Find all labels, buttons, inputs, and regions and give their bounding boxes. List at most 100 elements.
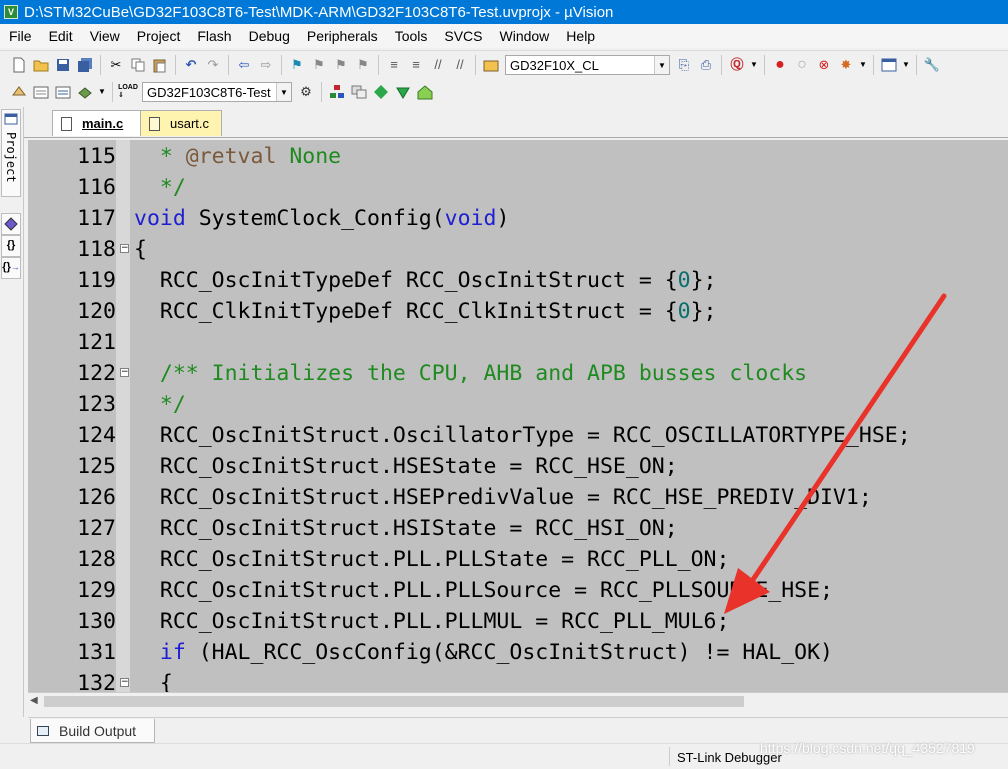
code-line[interactable]: 124 RCC_OscInitStruct.OscillatorType = R…	[28, 420, 1008, 451]
comment-selection-icon[interactable]: //	[429, 56, 447, 74]
navigate-forward-icon[interactable]: ⇨	[257, 56, 275, 74]
chevron-down-icon[interactable]: ▼	[276, 83, 291, 101]
manage-run-time-env-icon[interactable]	[394, 83, 412, 101]
chevron-down-icon[interactable]: ▼	[654, 56, 669, 74]
menu-help[interactable]: Help	[557, 28, 603, 44]
indent-icon[interactable]: ≡	[385, 56, 403, 74]
manage-project-items-icon[interactable]	[328, 83, 346, 101]
target-options-icon[interactable]: ⚙	[297, 83, 315, 101]
code-line[interactable]: 121	[28, 327, 1008, 358]
paste-icon[interactable]	[151, 56, 169, 74]
build-icon[interactable]	[32, 83, 50, 101]
code-line[interactable]: 122− /** Initializes the CPU, AHB and AP…	[28, 358, 1008, 389]
menu-file[interactable]: File	[0, 28, 40, 44]
code-line[interactable]: 117 void SystemClock_Config(void)	[28, 203, 1008, 234]
breakpoint-insert-icon[interactable]: ●	[771, 56, 789, 74]
select-packs-icon[interactable]	[372, 83, 390, 101]
menu-svcs[interactable]: SVCS	[435, 28, 490, 44]
fold-collapse-icon[interactable]: −	[120, 678, 129, 687]
find-combo[interactable]: GD32F10X_CL ▼	[505, 55, 670, 75]
scrollbar-thumb[interactable]	[44, 696, 744, 707]
window-title: D:\STM32CuBe\GD32F103C8T6-Test\MDK-ARM\G…	[24, 3, 614, 21]
window-layout-icon[interactable]	[880, 56, 898, 74]
code-token: RCC_OscInitStruct.PLL.PLLMUL = RCC_PLL_M…	[134, 609, 730, 634]
code-token: 0	[677, 299, 691, 324]
chevron-down-icon[interactable]: ▼	[902, 56, 910, 74]
menu-flash[interactable]: Flash	[188, 28, 239, 44]
code-line[interactable]: 115 * @retval None	[28, 141, 1008, 172]
chevron-down-icon[interactable]: ▼	[98, 83, 106, 101]
code-editor[interactable]: 115 * @retval None 116 */117 void SystemCl…	[28, 140, 1008, 692]
chevron-down-icon[interactable]: ▼	[750, 56, 758, 74]
copy-icon[interactable]	[129, 56, 147, 74]
code-line[interactable]: 129 RCC_OscInitStruct.PLL.PLLSource = RC…	[28, 575, 1008, 606]
unindent-icon[interactable]: ≡	[407, 56, 425, 74]
code-text: {	[134, 668, 173, 692]
code-line[interactable]: 132− {	[28, 668, 1008, 692]
code-line[interactable]: 119 RCC_OscInitTypeDef RCC_OscInitStruct…	[28, 265, 1008, 296]
tab-label: main.c	[82, 116, 124, 131]
toolbar-separator	[321, 82, 322, 102]
code-line[interactable]: 131 if (HAL_RCC_OscConfig(&RCC_OscInitSt…	[28, 637, 1008, 668]
bookmark-toggle-icon[interactable]: ⚑	[288, 56, 306, 74]
redo-icon[interactable]: ↷	[204, 56, 222, 74]
bookmark-previous-icon[interactable]: ⚑	[310, 56, 328, 74]
chevron-down-icon[interactable]: ▼	[859, 56, 867, 74]
bookmark-next-icon[interactable]: ⚑	[332, 56, 350, 74]
code-line[interactable]: 127 RCC_OscInitStruct.HSIState = RCC_HSI…	[28, 513, 1008, 544]
save-all-icon[interactable]	[76, 56, 94, 74]
configure-wrench-icon[interactable]: 🔧	[923, 56, 941, 74]
undo-icon[interactable]: ↶	[182, 56, 200, 74]
code-line[interactable]: 126 RCC_OscInitStruct.HSEPredivValue = R…	[28, 482, 1008, 513]
new-file-icon[interactable]	[10, 56, 28, 74]
menu-window[interactable]: Window	[491, 28, 558, 44]
books-panel-tab[interactable]	[1, 213, 21, 235]
code-line[interactable]: 130 RCC_OscInitStruct.PLL.PLLMUL = RCC_P…	[28, 606, 1008, 637]
code-line[interactable]: 118−{	[28, 234, 1008, 265]
bookmark-clear-icon[interactable]: ⚑	[354, 56, 372, 74]
menu-edit[interactable]: Edit	[40, 28, 81, 44]
code-line[interactable]: 125 RCC_OscInitStruct.HSEState = RCC_HSE…	[28, 451, 1008, 482]
debug-session-icon[interactable]: Ⓠ	[728, 56, 746, 74]
breakpoint-disable-icon[interactable]: ○	[793, 56, 811, 74]
tab-usart-c[interactable]: usart.c	[140, 110, 222, 136]
device-select-icon[interactable]	[482, 56, 500, 74]
fold-collapse-icon[interactable]: −	[120, 368, 129, 377]
tab-label: usart.c	[170, 116, 210, 131]
templates-panel-tab[interactable]: {}→	[1, 257, 21, 279]
code-line[interactable]: 128 RCC_OscInitStruct.PLL.PLLState = RCC…	[28, 544, 1008, 575]
download-load-icon[interactable]: LOAD ⇓	[118, 83, 138, 101]
target-select[interactable]: GD32F103C8T6-Test ▼	[142, 82, 292, 102]
cut-icon[interactable]: ✂	[107, 56, 125, 74]
project-panel-tab[interactable]: Project	[1, 109, 21, 197]
uvision-app-icon: V	[4, 5, 18, 19]
code-line[interactable]: 120 RCC_ClkInitTypeDef RCC_ClkInitStruct…	[28, 296, 1008, 327]
navigate-back-icon[interactable]: ⇦	[235, 56, 253, 74]
open-folder-icon[interactable]	[32, 56, 50, 74]
pack-installer-icon[interactable]	[416, 83, 434, 101]
breakpoint-kill-icon[interactable]: ✸	[837, 56, 855, 74]
tab-build-output[interactable]: Build Output	[30, 719, 155, 743]
horizontal-scrollbar[interactable]: ◀	[28, 692, 1008, 710]
find-in-files-icon[interactable]: ⎘	[675, 56, 693, 74]
incremental-find-icon[interactable]: ⎙	[697, 56, 715, 74]
file-extensions-icon[interactable]	[350, 83, 368, 101]
translate-file-icon[interactable]	[10, 83, 28, 101]
menu-view[interactable]: View	[81, 28, 128, 44]
menu-tools[interactable]: Tools	[386, 28, 436, 44]
toolbar-separator	[873, 55, 874, 75]
uncomment-selection-icon[interactable]: //	[451, 56, 469, 74]
fold-collapse-icon[interactable]: −	[120, 244, 129, 253]
menu-project[interactable]: Project	[128, 28, 189, 44]
code-line[interactable]: 116 */	[28, 172, 1008, 203]
code-line[interactable]: 123 */	[28, 389, 1008, 420]
menu-debug[interactable]: Debug	[240, 28, 298, 44]
batch-build-icon[interactable]	[76, 83, 94, 101]
menu-peripherals[interactable]: Peripherals	[298, 28, 386, 44]
rebuild-icon[interactable]	[54, 83, 72, 101]
save-icon[interactable]	[54, 56, 72, 74]
scroll-left-arrow-icon[interactable]: ◀	[30, 695, 38, 706]
functions-panel-tab[interactable]: {}	[1, 235, 21, 257]
breakpoint-kill-all-icon[interactable]: ⊗	[815, 56, 833, 74]
